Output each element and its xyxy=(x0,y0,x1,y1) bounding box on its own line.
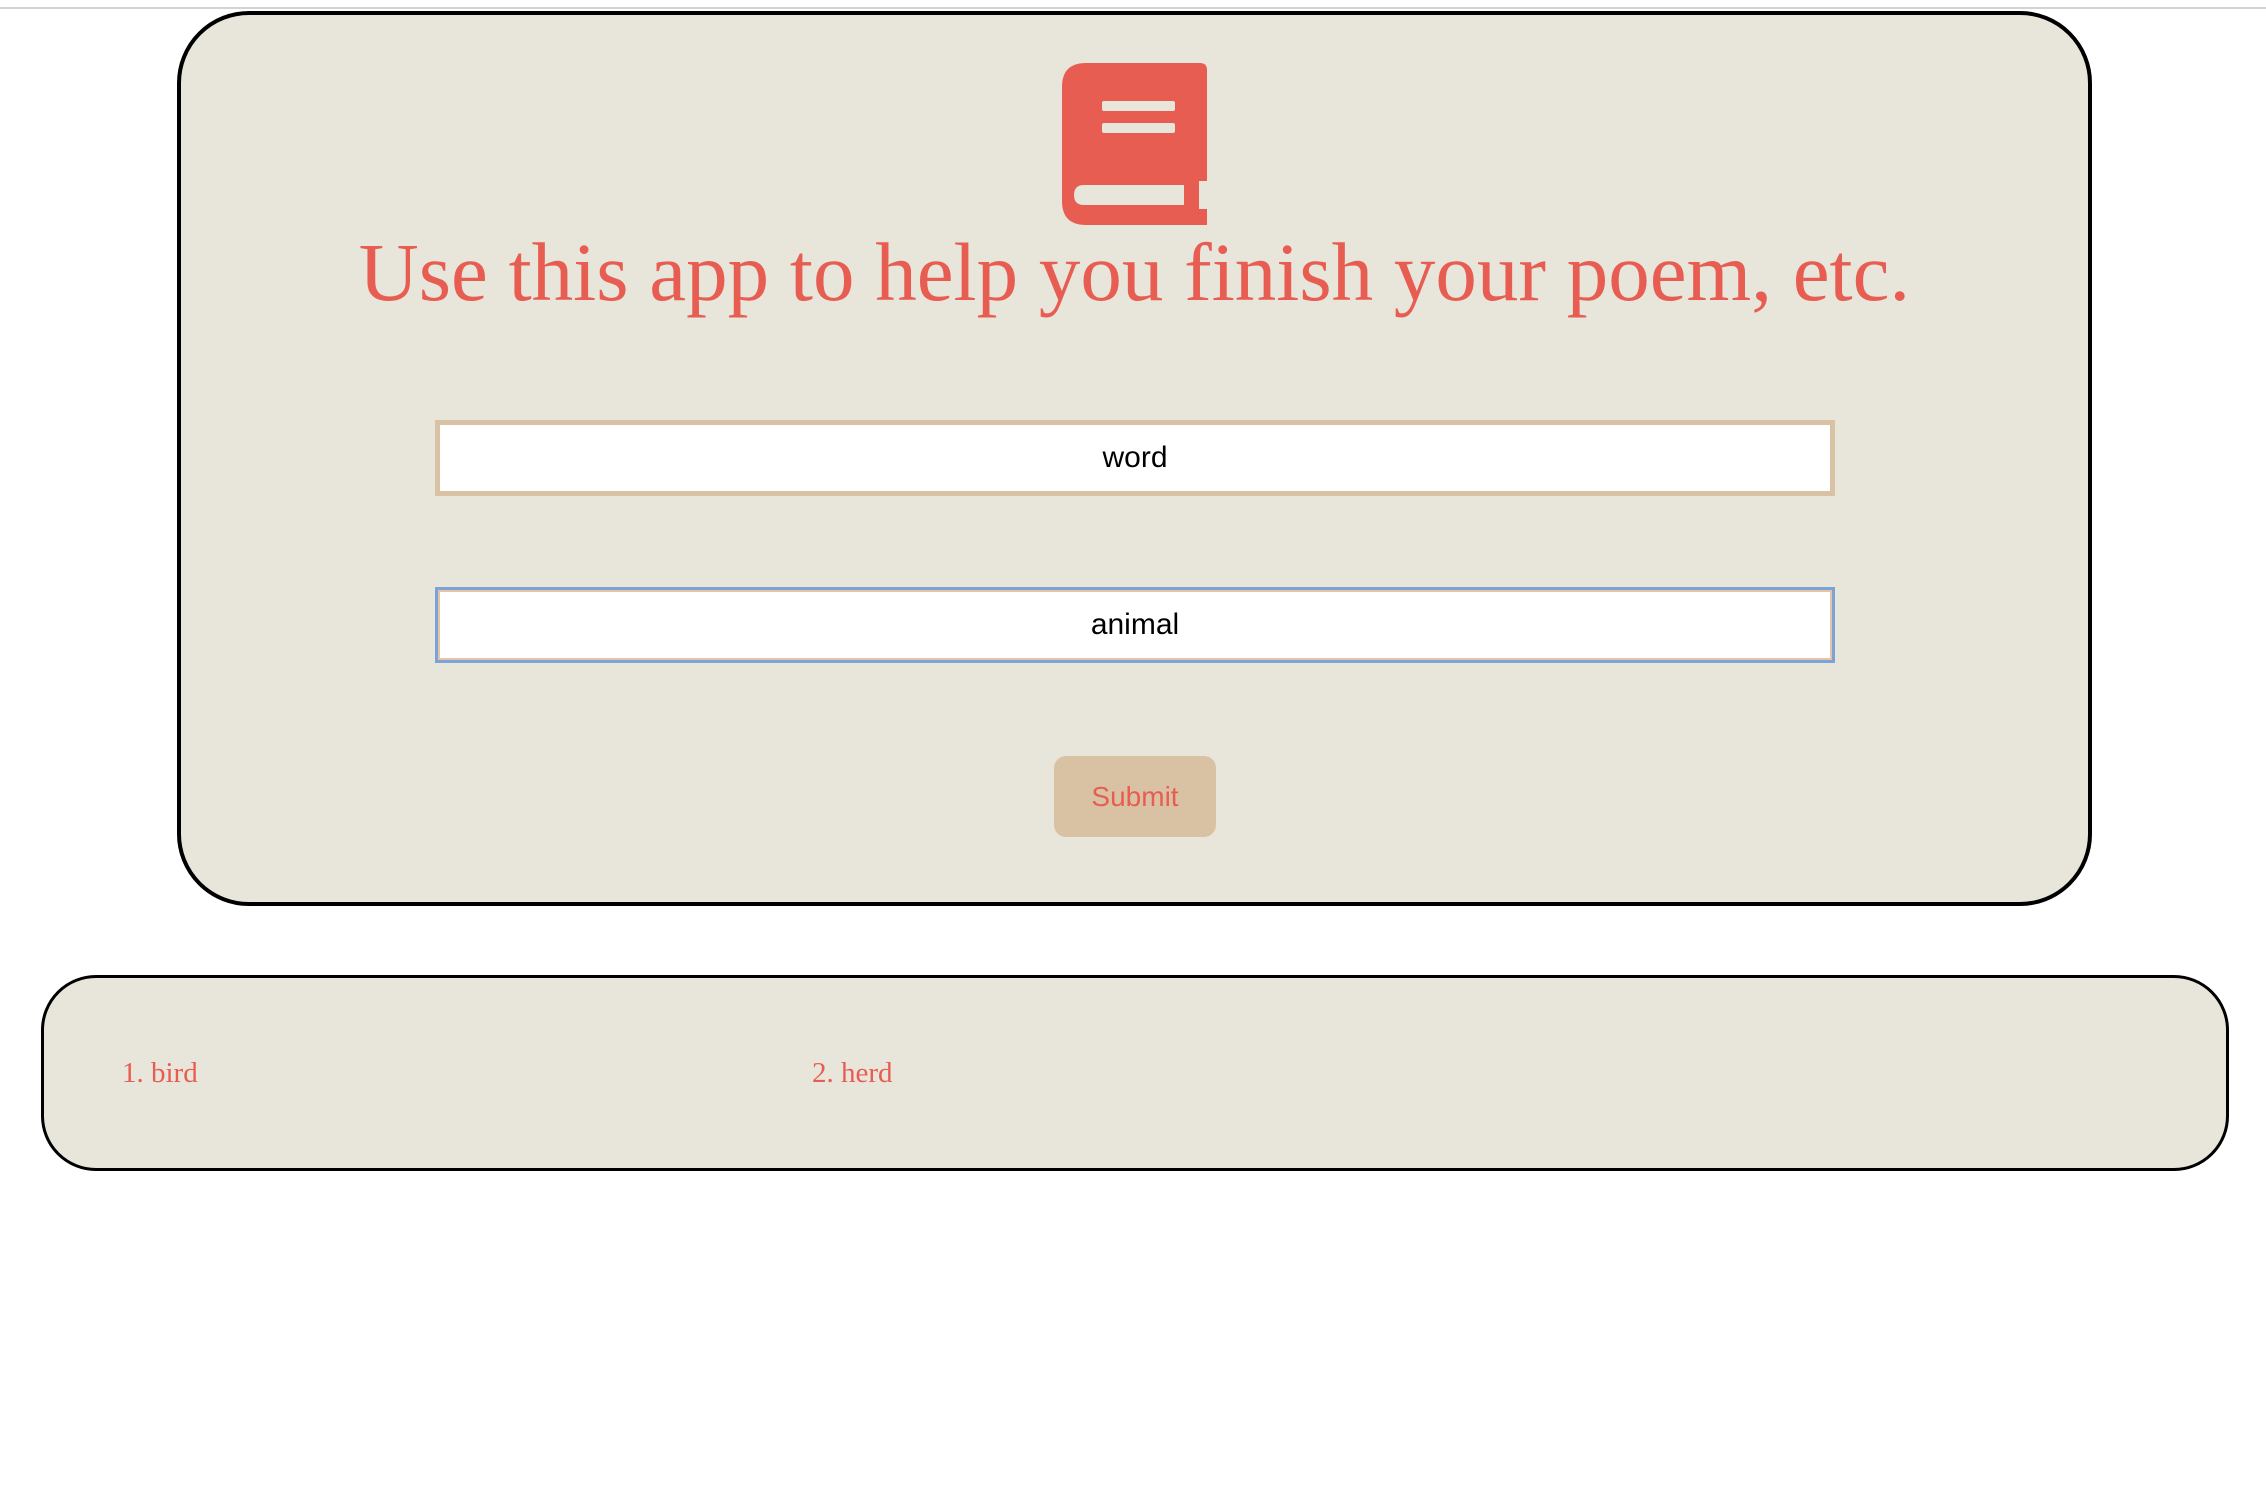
top-divider xyxy=(0,0,2266,9)
submit-button[interactable]: Submit xyxy=(1054,756,1216,837)
page: Use this app to help you finish your poe… xyxy=(0,0,2266,1510)
results-panel xyxy=(41,975,2229,1171)
page-title: Use this app to help you finish your poe… xyxy=(358,226,1911,318)
book-icon xyxy=(1062,63,1207,225)
result-item: 1. bird xyxy=(122,1057,198,1089)
word-input[interactable] xyxy=(435,420,1835,496)
result-item: 2. herd xyxy=(812,1057,893,1089)
topic-input[interactable] xyxy=(435,587,1835,663)
